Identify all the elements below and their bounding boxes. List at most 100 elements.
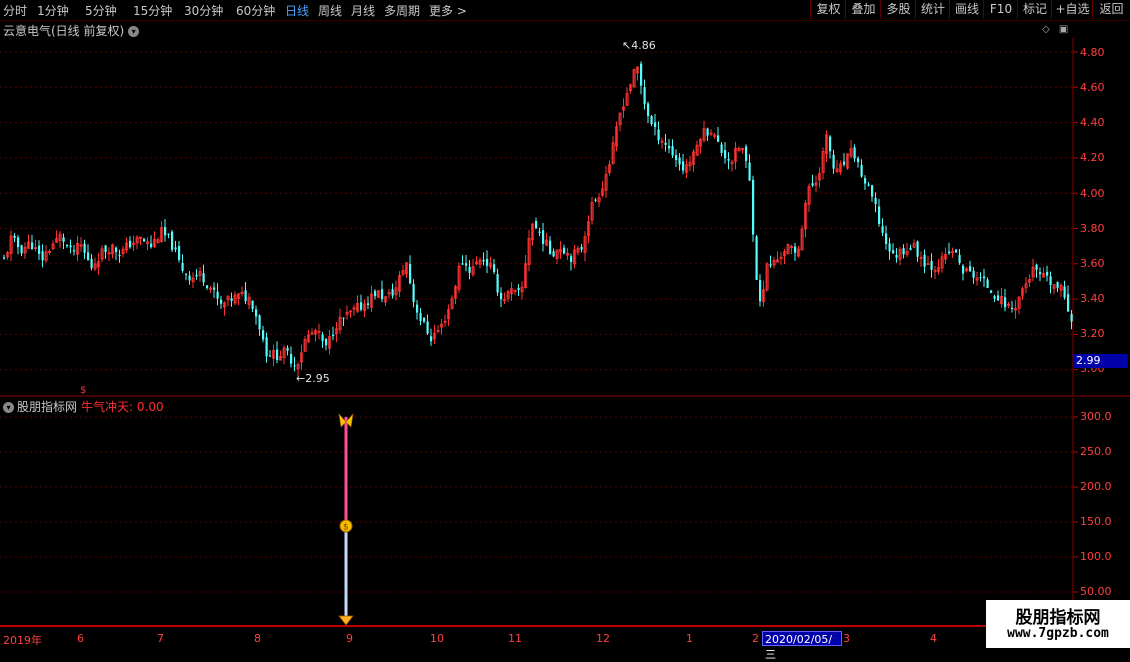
candle-body-down xyxy=(20,245,23,254)
candle-body-down xyxy=(867,184,870,186)
candle-body-down xyxy=(202,273,205,283)
chevron-down-icon[interactable]: ▾ xyxy=(3,402,14,413)
candle-body-down xyxy=(552,251,555,257)
candle-body-down xyxy=(517,287,520,291)
candle-body-down xyxy=(535,220,538,229)
candle-body-down xyxy=(864,178,867,184)
candle-body-down xyxy=(115,247,118,252)
candle-body-down xyxy=(90,258,93,269)
candle-body-down xyxy=(580,246,583,250)
candle-body-down xyxy=(549,240,552,254)
diamond-toggle-icon[interactable]: ◇ xyxy=(1042,24,1050,35)
candle-body-down xyxy=(500,292,503,300)
date-tick: 2019年 xyxy=(3,634,42,647)
candle-body-down xyxy=(983,276,986,279)
indicator-tick: 50.00 xyxy=(1080,585,1112,598)
candle-body-down xyxy=(986,279,989,288)
candle-body-down xyxy=(563,247,566,254)
candle-body-down xyxy=(930,260,933,270)
candle-body-down xyxy=(164,227,167,236)
candle-body-down xyxy=(290,354,293,364)
date-tick: 2 xyxy=(752,632,759,645)
indicator-tick: 100.0 xyxy=(1080,550,1112,563)
price-tick: 4.60 xyxy=(1080,81,1105,94)
candle-body-down xyxy=(493,264,496,272)
candle-body-down xyxy=(668,145,671,149)
candle-body-down xyxy=(482,259,485,262)
candle-body-down xyxy=(724,150,727,159)
panel-layout-icon[interactable]: ▣ xyxy=(1059,24,1068,35)
price-tick: 4.20 xyxy=(1080,151,1105,164)
candle-body-down xyxy=(321,334,324,342)
candle-body-down xyxy=(972,270,975,278)
candle-body-down xyxy=(853,147,856,159)
candle-body-down xyxy=(1011,307,1014,309)
candle-body-down xyxy=(178,246,181,260)
candle-body-down xyxy=(416,304,419,313)
date-tick: 1 xyxy=(686,632,693,645)
candle-body-down xyxy=(286,347,289,351)
candle-body-down xyxy=(1063,286,1066,298)
candle-body-down xyxy=(220,299,223,304)
candle-body-down xyxy=(391,289,394,296)
candle-body-down xyxy=(717,135,720,142)
candle-body-down xyxy=(293,365,296,367)
candle-body-down xyxy=(38,245,41,254)
candle-body-down xyxy=(969,266,972,272)
candle-body-down xyxy=(759,280,762,302)
price-tick: 3.40 xyxy=(1080,292,1105,305)
chevron-down-icon[interactable]: ▾ xyxy=(128,26,140,37)
candle-body-down xyxy=(657,129,660,141)
candle-body-down xyxy=(426,321,429,334)
candle-body-down xyxy=(881,226,884,233)
candle-body-down xyxy=(885,233,888,244)
indicator-name: 股朋指标网 xyxy=(17,400,78,414)
candle-body-down xyxy=(255,309,258,317)
candle-body-down xyxy=(213,287,216,290)
high-price-label: ↖4.86 xyxy=(622,39,656,52)
candle-body-down xyxy=(993,296,996,299)
candle-body-down xyxy=(87,252,90,261)
candle-body-down xyxy=(262,330,265,340)
candle-body-down xyxy=(752,179,755,235)
candle-body-down xyxy=(31,242,34,250)
candle-body-down xyxy=(997,295,1000,301)
stock-title-text: 云意电气(日线 前复权) xyxy=(3,24,125,38)
candle-body-down xyxy=(647,103,650,117)
candle-body-down xyxy=(3,257,6,259)
candle-body-down xyxy=(727,158,730,161)
date-tick: 12 xyxy=(596,632,610,645)
candle-body-down xyxy=(486,258,489,266)
candle-body-down xyxy=(269,355,272,357)
kline-chart[interactable]: $$ xyxy=(0,0,1130,650)
candle-body-down xyxy=(675,155,678,161)
candle-body-down xyxy=(258,315,261,330)
candle-body-down xyxy=(66,244,69,246)
candle-body-down xyxy=(216,291,219,299)
candle-body-down xyxy=(1039,272,1042,275)
candle-body-down xyxy=(542,230,545,244)
indicator-tick: 300.0 xyxy=(1080,410,1112,423)
candle-body-down xyxy=(888,243,891,252)
candle-body-down xyxy=(990,290,993,293)
date-tick: 3 xyxy=(843,632,850,645)
candle-body-down xyxy=(643,87,646,105)
candle-body-down xyxy=(902,248,905,255)
candle-body-down xyxy=(1046,271,1049,276)
candle-body-down xyxy=(167,233,170,235)
candle-body-down xyxy=(650,116,653,125)
candle-body-down xyxy=(171,231,174,250)
candle-body-down xyxy=(206,285,209,289)
indicator-title[interactable]: ▾ 股朋指标网 牛气冲天: 0.00 xyxy=(3,398,164,415)
candle-body-down xyxy=(83,243,86,253)
low-price-label: ←2.95 xyxy=(296,372,330,385)
candle-body-down xyxy=(188,275,191,281)
candle-body-down xyxy=(955,249,958,253)
candle-body-down xyxy=(244,290,247,302)
candle-body-down xyxy=(118,254,121,256)
candle-body-down xyxy=(468,266,471,273)
candle-body-down xyxy=(843,161,846,165)
candle-body-down xyxy=(570,256,573,263)
candle-body-down xyxy=(1056,282,1059,288)
stock-title[interactable]: 云意电气(日线 前复权) ▾ xyxy=(3,22,140,39)
